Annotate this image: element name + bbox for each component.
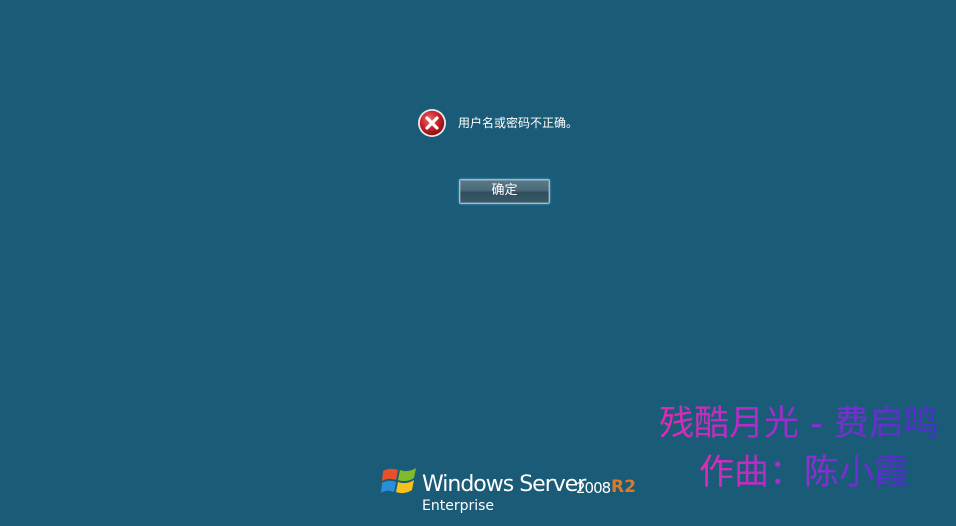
song-title-overlay: 残酷月光 - 费启鸣 (659, 404, 939, 444)
product-edition: Enterprise (422, 498, 495, 514)
product-name: Windows Server (422, 472, 586, 497)
product-version: 2008 (576, 479, 611, 497)
composer-overlay: 作曲：陈小霞 (699, 453, 910, 493)
error-icon (417, 108, 447, 138)
windows-server-branding: Windows Server 2008 R2 Enterprise (381, 462, 641, 518)
product-release: R2 (611, 477, 636, 497)
error-message-text: 用户名或密码不正确。 (458, 116, 579, 130)
ok-button[interactable]: 确定 (459, 179, 550, 204)
error-message-row: 用户名或密码不正确。 (417, 107, 578, 139)
